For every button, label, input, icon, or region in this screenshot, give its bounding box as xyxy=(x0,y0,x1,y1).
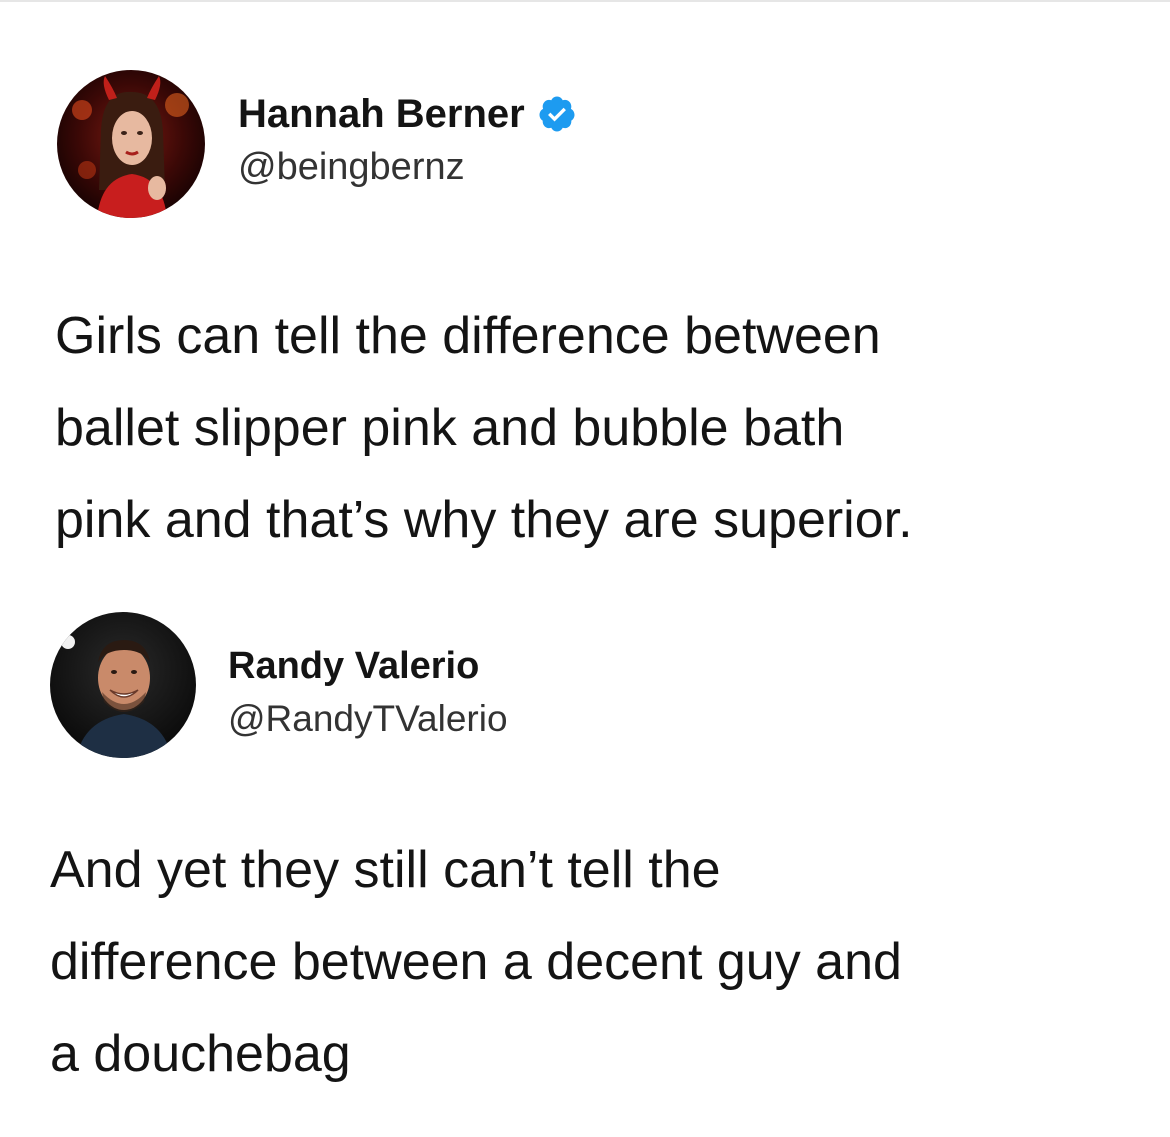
display-name[interactable]: Hannah Berner xyxy=(238,90,525,138)
tweet-header: Hannah Berner @beingbernz xyxy=(0,70,1170,230)
tweet-text: Girls can tell the difference between ba… xyxy=(55,307,913,549)
tweet-card[interactable]: Randy Valerio @RandyTValerio And yet the… xyxy=(0,612,1170,1083)
author-names: Hannah Berner @beingbernz xyxy=(238,90,577,192)
display-name-row: Hannah Berner xyxy=(238,90,577,138)
avatar[interactable] xyxy=(50,612,196,758)
tweet-card[interactable]: Hannah Berner @beingbernz Girls can tell… xyxy=(0,70,1170,549)
top-divider xyxy=(0,0,1170,2)
user-handle[interactable]: @RandyTValerio xyxy=(228,694,508,744)
tweet-text: And yet they still can’t tell the differ… xyxy=(50,841,902,1083)
tweet-header: Randy Valerio @RandyTValerio xyxy=(0,612,1170,772)
author-names: Randy Valerio @RandyTValerio xyxy=(228,642,508,744)
display-name[interactable]: Randy Valerio xyxy=(228,642,479,690)
user-handle[interactable]: @beingbernz xyxy=(238,142,577,192)
verified-badge-icon xyxy=(537,94,577,134)
display-name-row: Randy Valerio xyxy=(228,642,508,690)
avatar[interactable] xyxy=(57,70,205,218)
avatar-image xyxy=(57,70,205,218)
avatar-image xyxy=(50,612,196,758)
